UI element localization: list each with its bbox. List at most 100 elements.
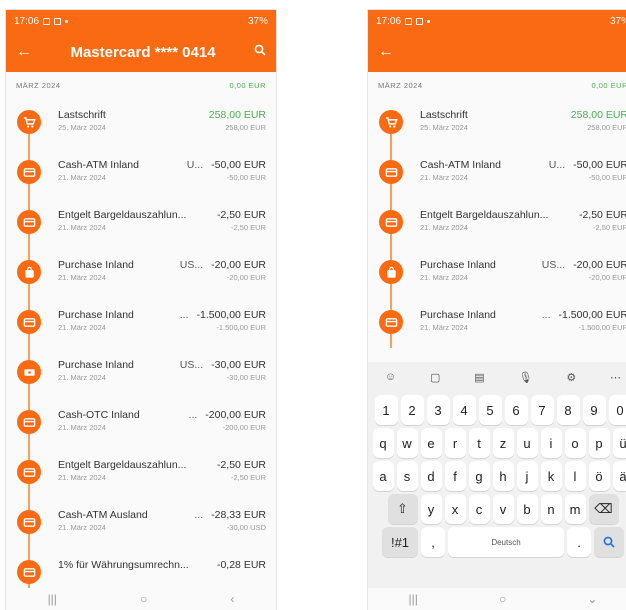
key-r[interactable]: r	[444, 428, 466, 458]
key-t[interactable]: t	[468, 428, 490, 458]
home-icon[interactable]: ○	[140, 592, 147, 606]
transaction-name: Cash-OTC Inland	[58, 409, 140, 421]
symbols-key[interactable]: !#1	[382, 527, 418, 557]
key-h[interactable]: h	[492, 461, 514, 491]
transaction-amount: -2,50 EUR	[216, 459, 266, 471]
key-m[interactable]: m	[564, 494, 586, 524]
key-k[interactable]: k	[540, 461, 562, 491]
transaction-row[interactable]: Purchase Inland... -1.500,00 EUR 21. März …	[6, 298, 276, 348]
key-ü[interactable]: ü	[612, 428, 626, 458]
key-n[interactable]: n	[540, 494, 562, 524]
transaction-merchant: US...	[179, 359, 204, 371]
key-c[interactable]: c	[468, 494, 490, 524]
nav-back-icon[interactable]: ‹	[230, 592, 234, 606]
transaction-line-sub: 21. März 2024 -1.500,00 EUR	[58, 323, 266, 332]
key-f[interactable]: f	[444, 461, 466, 491]
transaction-row[interactable]: Purchase Inland US... -30,00 EUR 21. März 2…	[6, 348, 276, 398]
key-i[interactable]: i	[540, 428, 562, 458]
key-e[interactable]: e	[420, 428, 442, 458]
key-backspace[interactable]: ⌫	[588, 494, 619, 524]
period-key[interactable]: .	[567, 527, 591, 557]
comma-key[interactable]: ,	[421, 527, 445, 557]
transaction-text: Cash-ATM Inland U... -50,00 EUR 21. März 20…	[420, 159, 626, 182]
transaction-line-sub: 25. März 2024 258,00 EUR	[58, 123, 266, 132]
transaction-row[interactable]: Purchase Inland... -1.500,00 EUR 21. März …	[368, 298, 626, 348]
key-6[interactable]: 6	[504, 395, 528, 425]
keyboard-toolbar: ☺ ▢ ▤ 🎙 ⚙ ⋯	[368, 362, 626, 392]
key-shift[interactable]: ⇧	[387, 494, 418, 524]
key-1[interactable]: 1	[374, 395, 398, 425]
emoji-icon[interactable]: ☺	[385, 371, 396, 383]
transaction-original-amount: -50,00 EUR	[226, 173, 266, 182]
recent-apps-icon[interactable]: |||	[409, 592, 418, 606]
transaction-row[interactable]: Entgelt Bargeldauszahlun... -2,50 EUR 21. …	[6, 198, 276, 248]
search-icon[interactable]	[244, 43, 266, 61]
recent-apps-icon[interactable]: |||	[48, 592, 57, 606]
transaction-line-sub: 21. März 2024 -50,00 EUR	[58, 173, 266, 182]
transaction-date: 21. März 2024	[58, 373, 106, 382]
hide-keyboard-icon[interactable]: ⌄	[587, 592, 597, 606]
key-w[interactable]: w	[396, 428, 418, 458]
more-options-icon[interactable]: ⋯	[610, 371, 621, 384]
transaction-row[interactable]: Purchase Inland US... -20,00 EUR 21. März 2…	[368, 248, 626, 298]
key-z[interactable]: z	[492, 428, 514, 458]
key-x[interactable]: x	[444, 494, 466, 524]
transaction-row[interactable]: Lastschrift 258,00 EUR 25. März 2024 258,00…	[6, 98, 276, 148]
back-arrow-icon[interactable]: ←	[378, 43, 404, 61]
key-d[interactable]: d	[420, 461, 442, 491]
transaction-original-amount: -2,50 EUR	[230, 473, 266, 482]
back-arrow-icon[interactable]: ←	[16, 43, 42, 61]
transaction-row[interactable]: Cash-ATM Inland U... -50,00 EUR 21. März 20…	[6, 148, 276, 198]
key-j[interactable]: j	[516, 461, 538, 491]
transaction-row[interactable]: Lastschrift 258,00 EUR 25. März 2024 258,00…	[368, 98, 626, 148]
key-7[interactable]: 7	[530, 395, 554, 425]
key-y[interactable]: y	[420, 494, 442, 524]
key-s[interactable]: s	[396, 461, 418, 491]
transaction-amount: -30,00 EUR	[211, 359, 266, 371]
key-5[interactable]: 5	[478, 395, 502, 425]
transaction-line-main: Cash-OTC Inland... -200,00 EUR	[58, 409, 266, 421]
transaction-text: Cash-OTC Inland... -200,00 EUR 21. März 20…	[58, 409, 266, 432]
transaction-amount: -50,00 EUR	[211, 159, 266, 171]
clipboard-icon[interactable]: ▢	[430, 371, 440, 384]
settings-gear-icon[interactable]: ⚙	[566, 371, 576, 384]
key-8[interactable]: 8	[556, 395, 580, 425]
microphone-icon[interactable]: 🎙	[519, 371, 533, 384]
keyboard-row: qwertzuiopü	[368, 428, 626, 458]
transaction-name: Lastschrift	[420, 109, 468, 121]
key-v[interactable]: v	[492, 494, 514, 524]
key-a[interactable]: a	[372, 461, 394, 491]
month-total: 0,00 EUR	[229, 80, 266, 90]
key-b[interactable]: b	[516, 494, 538, 524]
keyboard-bottom-row: !#1 , Deutsch .	[368, 527, 626, 557]
key-u[interactable]: u	[516, 428, 538, 458]
notes-icon[interactable]: ▤	[474, 371, 484, 384]
transaction-original-amount: -30,00 USD	[226, 523, 266, 532]
transaction-row[interactable]: Entgelt Bargeldauszahlun... -2,50 EUR 21. …	[368, 198, 626, 248]
key-9[interactable]: 9	[582, 395, 606, 425]
key-q[interactable]: q	[372, 428, 394, 458]
key-l[interactable]: l	[564, 461, 586, 491]
transaction-line-sub: 21. März 2024 -200,00 EUR	[58, 423, 266, 432]
transaction-row[interactable]: Cash-ATM Ausland... -28,33 EUR 21. März 20…	[6, 498, 276, 548]
status-bar: 17:06 37%	[6, 10, 276, 32]
transaction-row[interactable]: Cash-ATM Inland U... -50,00 EUR 21. März 20…	[368, 148, 626, 198]
key-o[interactable]: o	[564, 428, 586, 458]
transaction-row[interactable]: Cash-OTC Inland... -200,00 EUR 21. März 20…	[6, 398, 276, 448]
key-2[interactable]: 2	[400, 395, 424, 425]
page-title: Mastercard **** 0414	[70, 43, 216, 61]
transaction-row[interactable]: Purchase Inland US... -20,00 EUR 21. März 2…	[6, 248, 276, 298]
key-g[interactable]: g	[468, 461, 490, 491]
key-ö[interactable]: ö	[588, 461, 610, 491]
key-p[interactable]: p	[588, 428, 610, 458]
status-bar: 17:06 37%	[368, 10, 626, 32]
search-key[interactable]	[594, 527, 624, 557]
card-icon	[17, 210, 41, 234]
key-0[interactable]: 0	[608, 395, 626, 425]
key-ä[interactable]: ä	[612, 461, 626, 491]
transaction-row[interactable]: Entgelt Bargeldauszahlun... -2,50 EUR 21. …	[6, 448, 276, 498]
space-key[interactable]: Deutsch	[448, 527, 564, 557]
key-4[interactable]: 4	[452, 395, 476, 425]
key-3[interactable]: 3	[426, 395, 450, 425]
home-icon[interactable]: ○	[499, 592, 506, 606]
